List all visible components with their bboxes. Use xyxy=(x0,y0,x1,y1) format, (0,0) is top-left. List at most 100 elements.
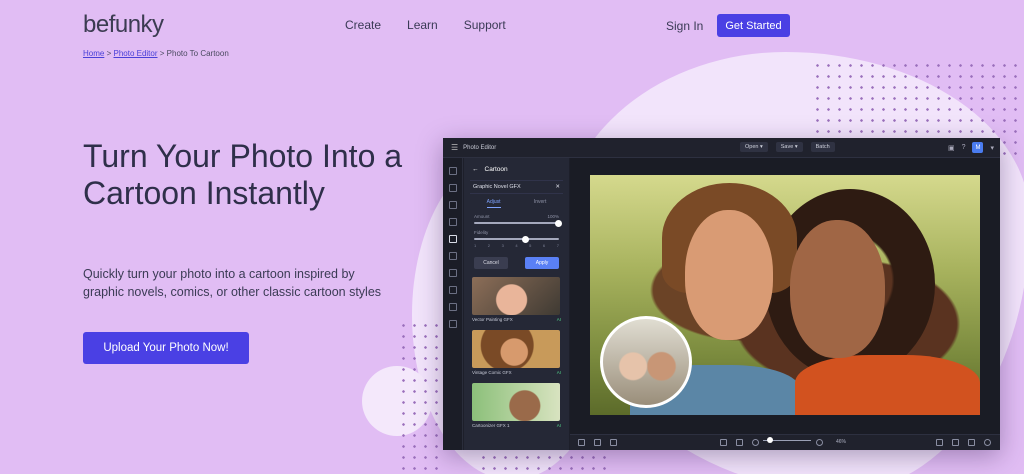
overlays-icon[interactable] xyxy=(448,286,457,294)
apply-button[interactable]: Apply xyxy=(525,257,559,269)
fidelity-tick: 3 xyxy=(501,243,504,248)
redo-icon[interactable] xyxy=(968,439,975,446)
fidelity-slider[interactable] xyxy=(474,235,559,243)
frames-icon[interactable] xyxy=(448,252,457,260)
open-menu[interactable]: Open ▾ xyxy=(740,142,768,152)
zoom-in-icon[interactable] xyxy=(816,439,823,446)
zoom-value: 46% xyxy=(836,439,847,445)
preset-label: Vintage Comic GFX AI xyxy=(472,370,561,375)
zoom-out-icon[interactable] xyxy=(752,439,759,446)
face-shape xyxy=(685,210,773,340)
preset-label: Cartoonizer GFX 1 AI xyxy=(472,423,561,428)
breadcrumb-separator: > xyxy=(159,49,165,58)
compare-icon[interactable] xyxy=(936,439,943,446)
fidelity-label: Fidelity xyxy=(474,230,489,235)
amount-slider[interactable] xyxy=(474,219,562,227)
fit-screen-icon[interactable] xyxy=(720,439,727,446)
sign-in-link[interactable]: Sign In xyxy=(666,19,703,33)
breadcrumb-current: Photo To Cartoon xyxy=(166,49,229,58)
undo-icon[interactable] xyxy=(952,439,959,446)
preset-name: Vector Painting GFX xyxy=(472,317,513,322)
menu-icon[interactable]: ☰ xyxy=(451,143,458,152)
amount-slider-knob[interactable] xyxy=(555,219,562,227)
save-menu[interactable]: Save ▾ xyxy=(775,142,803,152)
face-shape xyxy=(790,220,885,358)
editor-topbar: ☰ Photo Editor Open ▾ Save ▾ Batch ▣ ? M… xyxy=(443,138,1000,158)
shirt-shape xyxy=(795,355,980,415)
effect-header: Graphic Novel GFX ✕ xyxy=(470,180,563,194)
get-started-button[interactable]: Get Started xyxy=(717,14,790,37)
ai-badge: AI xyxy=(556,370,561,375)
editor-menu: Open ▾ Save ▾ Batch xyxy=(740,142,835,152)
upload-photo-button[interactable]: Upload Your Photo Now! xyxy=(83,332,249,364)
touch-up-icon[interactable] xyxy=(448,184,457,192)
effects-icon[interactable] xyxy=(448,201,457,209)
fidelity-tick: 5 xyxy=(529,243,532,248)
panel-title: Cartoon xyxy=(484,165,508,173)
amount-value: 100% xyxy=(547,214,559,219)
user-avatar[interactable]: M xyxy=(972,142,984,153)
hero-subtitle: Quickly turn your photo into a cartoon i… xyxy=(83,267,382,299)
graphics-icon[interactable] xyxy=(448,269,457,277)
fidelity-tick: 7 xyxy=(556,243,559,248)
breadcrumb-home[interactable]: Home xyxy=(83,49,104,58)
nav-create[interactable]: Create xyxy=(345,18,381,32)
amount-row: Amount 100% xyxy=(474,214,559,219)
fidelity-slider-knob[interactable] xyxy=(522,235,530,243)
preset-thumbnail[interactable] xyxy=(472,277,560,315)
close-icon[interactable]: ✕ xyxy=(555,184,560,190)
tab-invert[interactable]: Invert xyxy=(534,199,547,208)
artsy-icon[interactable] xyxy=(448,218,457,226)
editor-tool-sidebar xyxy=(443,158,463,450)
textures-icon[interactable] xyxy=(448,320,457,328)
photo-editor-preview: ☰ Photo Editor Open ▾ Save ▾ Batch ▣ ? M… xyxy=(443,138,1000,450)
chat-icon[interactable]: ▣ xyxy=(948,144,955,152)
fidelity-tick: 6 xyxy=(542,243,546,248)
hero-title: Turn Your Photo Into a Cartoon Instantly xyxy=(83,138,403,211)
effect-tabs: Adjust Invert xyxy=(470,199,563,208)
befunky-logo[interactable]: befunky xyxy=(83,10,164,40)
cartoon-panel: ← Cartoon Graphic Novel GFX ✕ Adjust Inv… xyxy=(464,158,569,450)
amount-label: Amount xyxy=(474,214,490,219)
logo-text: befunky xyxy=(83,11,164,38)
breadcrumb-photo-editor[interactable]: Photo Editor xyxy=(113,49,157,58)
dot-pattern-bottom-left xyxy=(398,320,438,470)
preset-thumbnail[interactable] xyxy=(472,330,560,368)
editor-title: Photo Editor xyxy=(463,144,497,151)
ai-badge: AI xyxy=(556,423,561,428)
breadcrumb-separator: > xyxy=(106,49,112,58)
nav-learn[interactable]: Learn xyxy=(407,18,438,32)
reset-icon[interactable] xyxy=(984,439,991,446)
fidelity-tick: 1 xyxy=(474,243,477,248)
preset-thumbnail[interactable] xyxy=(472,383,560,421)
original-photo-inset xyxy=(600,316,692,408)
actual-size-icon[interactable] xyxy=(736,439,743,446)
dot-pattern-bottom xyxy=(478,452,608,474)
back-arrow-icon[interactable]: ← xyxy=(472,166,479,173)
editor-topbar-right: ▣ ? M ▾ xyxy=(948,142,994,153)
fidelity-tick: 2 xyxy=(487,243,491,248)
panel-header: ← Cartoon xyxy=(464,158,569,180)
cartoon-icon[interactable] xyxy=(448,235,457,243)
history-icon[interactable] xyxy=(594,439,601,446)
help-icon[interactable]: ? xyxy=(962,144,966,151)
preset-label: Vector Painting GFX AI xyxy=(472,317,561,322)
fidelity-row: Fidelity xyxy=(474,230,559,235)
tab-adjust[interactable]: Adjust xyxy=(486,199,501,208)
nav-support[interactable]: Support xyxy=(464,18,506,32)
editor-canvas[interactable] xyxy=(570,158,1000,434)
text-icon[interactable] xyxy=(448,303,457,311)
ai-badge: AI xyxy=(556,317,561,322)
zoom-slider-knob[interactable] xyxy=(767,437,773,443)
grid-icon[interactable] xyxy=(610,439,617,446)
fidelity-tick: 4 xyxy=(515,243,518,248)
chevron-down-icon[interactable]: ▾ xyxy=(990,144,994,152)
save-label: Save xyxy=(780,144,794,150)
batch-button[interactable]: Batch xyxy=(810,142,835,152)
fidelity-ticks: 1 2 3 4 5 6 7 xyxy=(474,243,559,248)
edit-icon[interactable] xyxy=(448,167,457,175)
preset-name: Cartoonizer GFX 1 xyxy=(472,423,510,428)
effect-name: Graphic Novel GFX xyxy=(473,184,521,190)
layers-icon[interactable] xyxy=(578,439,585,446)
cancel-button[interactable]: Cancel xyxy=(474,257,508,269)
